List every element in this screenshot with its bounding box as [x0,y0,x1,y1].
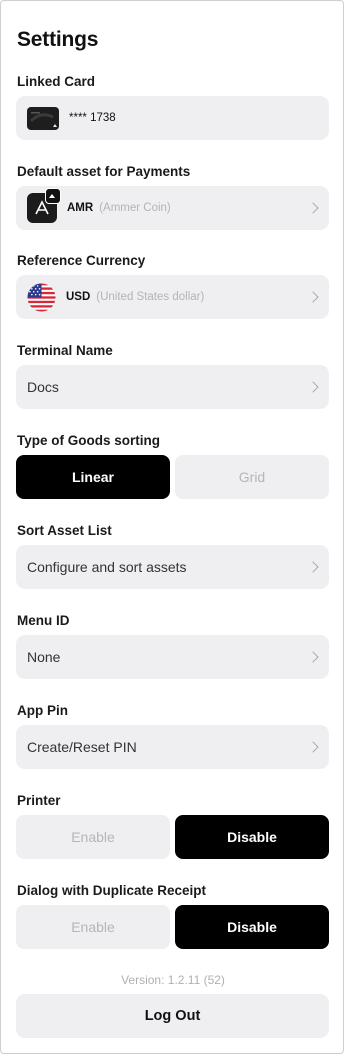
menu-id-row[interactable]: None [16,635,329,679]
chevron-right-icon [307,381,319,393]
default-asset-label: Default asset for Payments [17,164,191,179]
terminal-name-label: Terminal Name [17,343,113,358]
ammer-coin-icon [27,188,61,223]
duplicate-receipt-enable-button[interactable]: Enable [16,905,170,949]
reference-currency-label: Reference Currency [17,253,146,268]
chevron-right-icon [307,651,319,663]
duplicate-receipt-disable-button[interactable]: Disable [175,905,329,949]
menu-id-label: Menu ID [17,613,70,628]
sort-asset-list-label: Sort Asset List [17,523,112,538]
linked-card-row[interactable]: **** 1738 [16,96,329,140]
asset-code: AMR [67,202,94,214]
us-flag-icon [27,282,56,312]
duplicate-receipt-label: Dialog with Duplicate Receipt [17,883,207,898]
chevron-right-icon [307,202,319,214]
printer-label: Printer [17,793,61,808]
app-pin-label: App Pin [17,703,68,718]
app-pin-row[interactable]: Create/Reset PIN [16,725,329,769]
sorting-linear-button[interactable]: Linear [16,455,170,499]
terminal-name-row[interactable]: Docs [16,365,329,409]
linked-card-label: Linked Card [17,74,96,89]
asset-name: (Ammer Coin) [99,202,171,214]
page-title: Settings [17,28,99,51]
goods-sorting-label: Type of Goods sorting [17,433,160,448]
chevron-right-icon [307,561,319,573]
chevron-right-icon [307,741,319,753]
card-icon [27,106,59,130]
settings-screen: Settings Linked Card **** 1738 Default a… [0,0,344,1054]
printer-disable-button[interactable]: Disable [175,815,329,859]
currency-name: (United States dollar) [96,291,205,303]
reference-currency-row[interactable]: USD (United States dollar) [16,275,329,319]
logout-button[interactable]: Log Out [16,994,329,1038]
sort-asset-list-value: Configure and sort assets [27,559,187,575]
terminal-name-value: Docs [27,379,59,395]
printer-enable-button[interactable]: Enable [16,815,170,859]
app-pin-value: Create/Reset PIN [27,739,137,755]
currency-code: USD [66,291,91,303]
sort-asset-list-row[interactable]: Configure and sort assets [16,545,329,589]
menu-id-value: None [27,649,61,665]
sorting-grid-button[interactable]: Grid [175,455,329,499]
default-asset-row[interactable]: AMR (Ammer Coin) [16,186,329,230]
chevron-right-icon [307,291,319,303]
app-version: Version: 1.2.11 (52) [121,973,225,987]
card-number: **** 1738 [69,112,116,124]
